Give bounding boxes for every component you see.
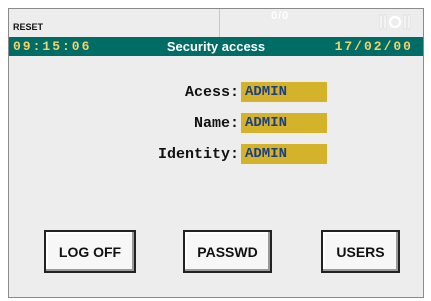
divider: [219, 9, 220, 37]
access-value[interactable]: ADMIN: [241, 82, 327, 102]
reset-label[interactable]: RESET: [13, 22, 43, 32]
name-label: Name:: [193, 115, 239, 132]
security-panel: RESET 0/0 09:15:06 Security access 17/02…: [8, 8, 424, 298]
clock-date: 17/02/00: [334, 39, 413, 54]
access-row: Acess: ADMIN: [9, 82, 423, 102]
title-bar: 09:15:06 Security access 17/02/00: [9, 37, 423, 56]
passwd-button[interactable]: PASSWD: [183, 230, 272, 273]
users-button[interactable]: USERS: [321, 230, 400, 273]
name-row: Name: ADMIN: [9, 113, 423, 133]
log-off-button[interactable]: LOG OFF: [44, 230, 136, 273]
top-status-bar: RESET 0/0: [9, 9, 423, 37]
name-value[interactable]: ADMIN: [241, 113, 327, 133]
access-label: Acess:: [184, 84, 239, 101]
counter-text: 0/0: [271, 10, 290, 22]
identity-row: Identity: ADMIN: [9, 144, 423, 164]
identity-label: Identity:: [157, 146, 239, 163]
signal-strength-icon: [379, 12, 411, 32]
identity-value[interactable]: ADMIN: [241, 144, 327, 164]
